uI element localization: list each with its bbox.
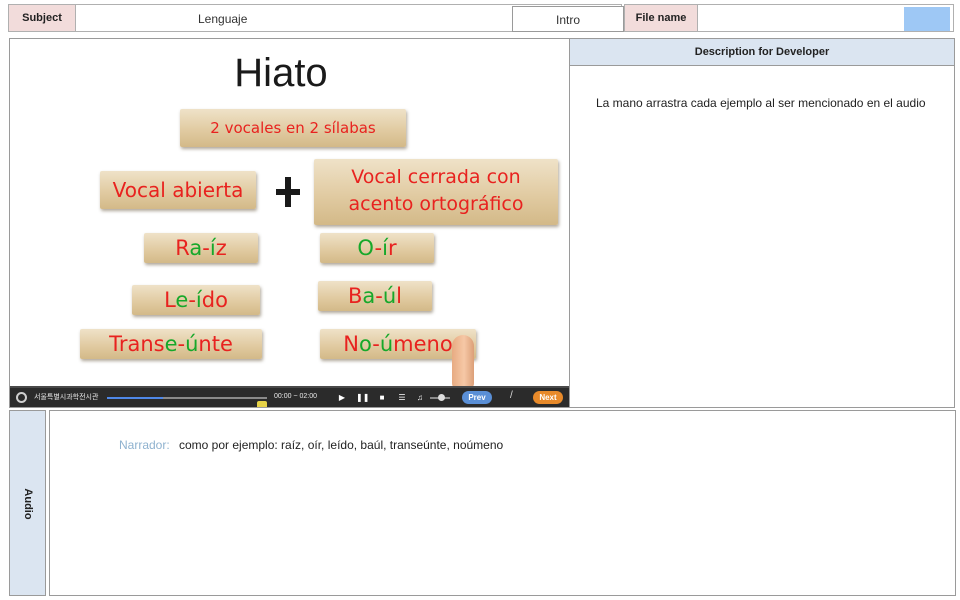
syllable-part: N — [343, 332, 360, 356]
subject-value: Lenguaje — [198, 12, 248, 26]
syllable-part: r — [387, 236, 397, 260]
syllable-part: do — [201, 288, 228, 312]
developer-description-panel: Description for Developer La mano arrast… — [570, 38, 955, 408]
syllable-part: - — [372, 332, 380, 356]
seek-handle-icon[interactable] — [257, 401, 267, 407]
seek-bar-fill — [107, 397, 163, 399]
speaker-label: Narrador: — [119, 438, 170, 452]
media-player-bar: 서울특별시과학전시관 00:00 ~ 02:00 ▶ ❚❚ ■ ☰ ♫ Prev… — [10, 386, 569, 407]
nav-separator: / — [510, 390, 513, 401]
org-logo-icon — [16, 392, 27, 403]
syllable-part: z — [215, 236, 227, 260]
closed-vowel-line1: Vocal cerrada con — [351, 166, 521, 188]
closed-vowel-line2: acento ortográfico — [348, 193, 524, 215]
description-text: La mano arrastra cada ejemplo al ser men… — [596, 96, 926, 110]
syllable-part: o — [359, 332, 373, 356]
syllable-part: a — [362, 284, 376, 308]
pause-icon[interactable]: ❚❚ — [356, 392, 369, 404]
subject-label: Subject — [8, 4, 76, 32]
open-vowel-card: Vocal abierta — [100, 171, 256, 209]
syllable-rule-card: 2 vocales en 2 sílabas — [180, 109, 406, 147]
closed-vowel-card: Vocal cerrada con acento ortográfico — [314, 159, 558, 225]
plus-icon — [276, 177, 300, 207]
time-readout: 00:00 ~ 02:00 — [274, 393, 318, 400]
syllable-part: - — [202, 236, 210, 260]
syllable-part: Trans — [109, 332, 165, 356]
prev-button[interactable]: Prev — [462, 391, 492, 404]
syllable-part: B — [347, 284, 363, 308]
syllable-part: ú — [382, 284, 397, 308]
syllable-part: L — [164, 288, 176, 312]
color-swatch — [904, 7, 950, 31]
example-card[interactable]: Ra-íz — [144, 233, 258, 263]
syllable-part: ú — [379, 332, 394, 356]
example-card[interactable]: Transe-únte — [80, 329, 262, 359]
narration-text: como por ejemplo: raíz, oír, leído, baúl… — [179, 438, 504, 452]
org-name: 서울특별시과학전시관 — [34, 393, 99, 401]
description-heading: Description for Developer — [570, 39, 954, 66]
stop-icon[interactable]: ■ — [376, 392, 388, 404]
example-card[interactable]: O-ír — [320, 233, 434, 263]
syllable-part: O — [357, 236, 375, 260]
example-card[interactable]: Ba-úl — [318, 281, 432, 311]
play-icon[interactable]: ▶ — [336, 392, 348, 404]
seek-bar[interactable] — [107, 397, 267, 407]
syllable-part: - — [374, 236, 383, 260]
syllable-part: a — [189, 236, 203, 260]
syllable-part: - — [188, 288, 196, 312]
syllable-part: - — [177, 332, 186, 356]
file-name-label: File name — [624, 4, 698, 32]
volume-slider[interactable] — [430, 394, 450, 401]
slide-preview: Hiato 2 vocales en 2 sílabas Vocal abier… — [9, 38, 570, 408]
syllable-part: e — [175, 288, 189, 312]
hand-pointer-icon — [452, 335, 474, 391]
audio-tab: Audio — [9, 410, 46, 596]
audio-tab-label: Audio — [22, 488, 34, 520]
syllable-part: e — [164, 332, 178, 356]
syllable-part: l — [396, 284, 403, 308]
example-card[interactable]: Le-ído — [132, 285, 260, 315]
syllable-part: nte — [198, 332, 233, 356]
menu-icon[interactable]: ☰ — [396, 392, 408, 404]
audio-script-panel: Narrador: como por ejemplo: raíz, oír, l… — [49, 410, 956, 596]
syllable-part: ú — [185, 332, 199, 356]
volume-icon[interactable]: ♫ — [414, 392, 426, 404]
slide-title: Hiato — [234, 51, 328, 95]
syllable-part: meno — [393, 332, 453, 356]
syllable-part: - — [375, 284, 383, 308]
syllable-part: R — [175, 236, 190, 260]
section-label: Intro — [512, 6, 624, 32]
next-button[interactable]: Next — [533, 391, 563, 404]
